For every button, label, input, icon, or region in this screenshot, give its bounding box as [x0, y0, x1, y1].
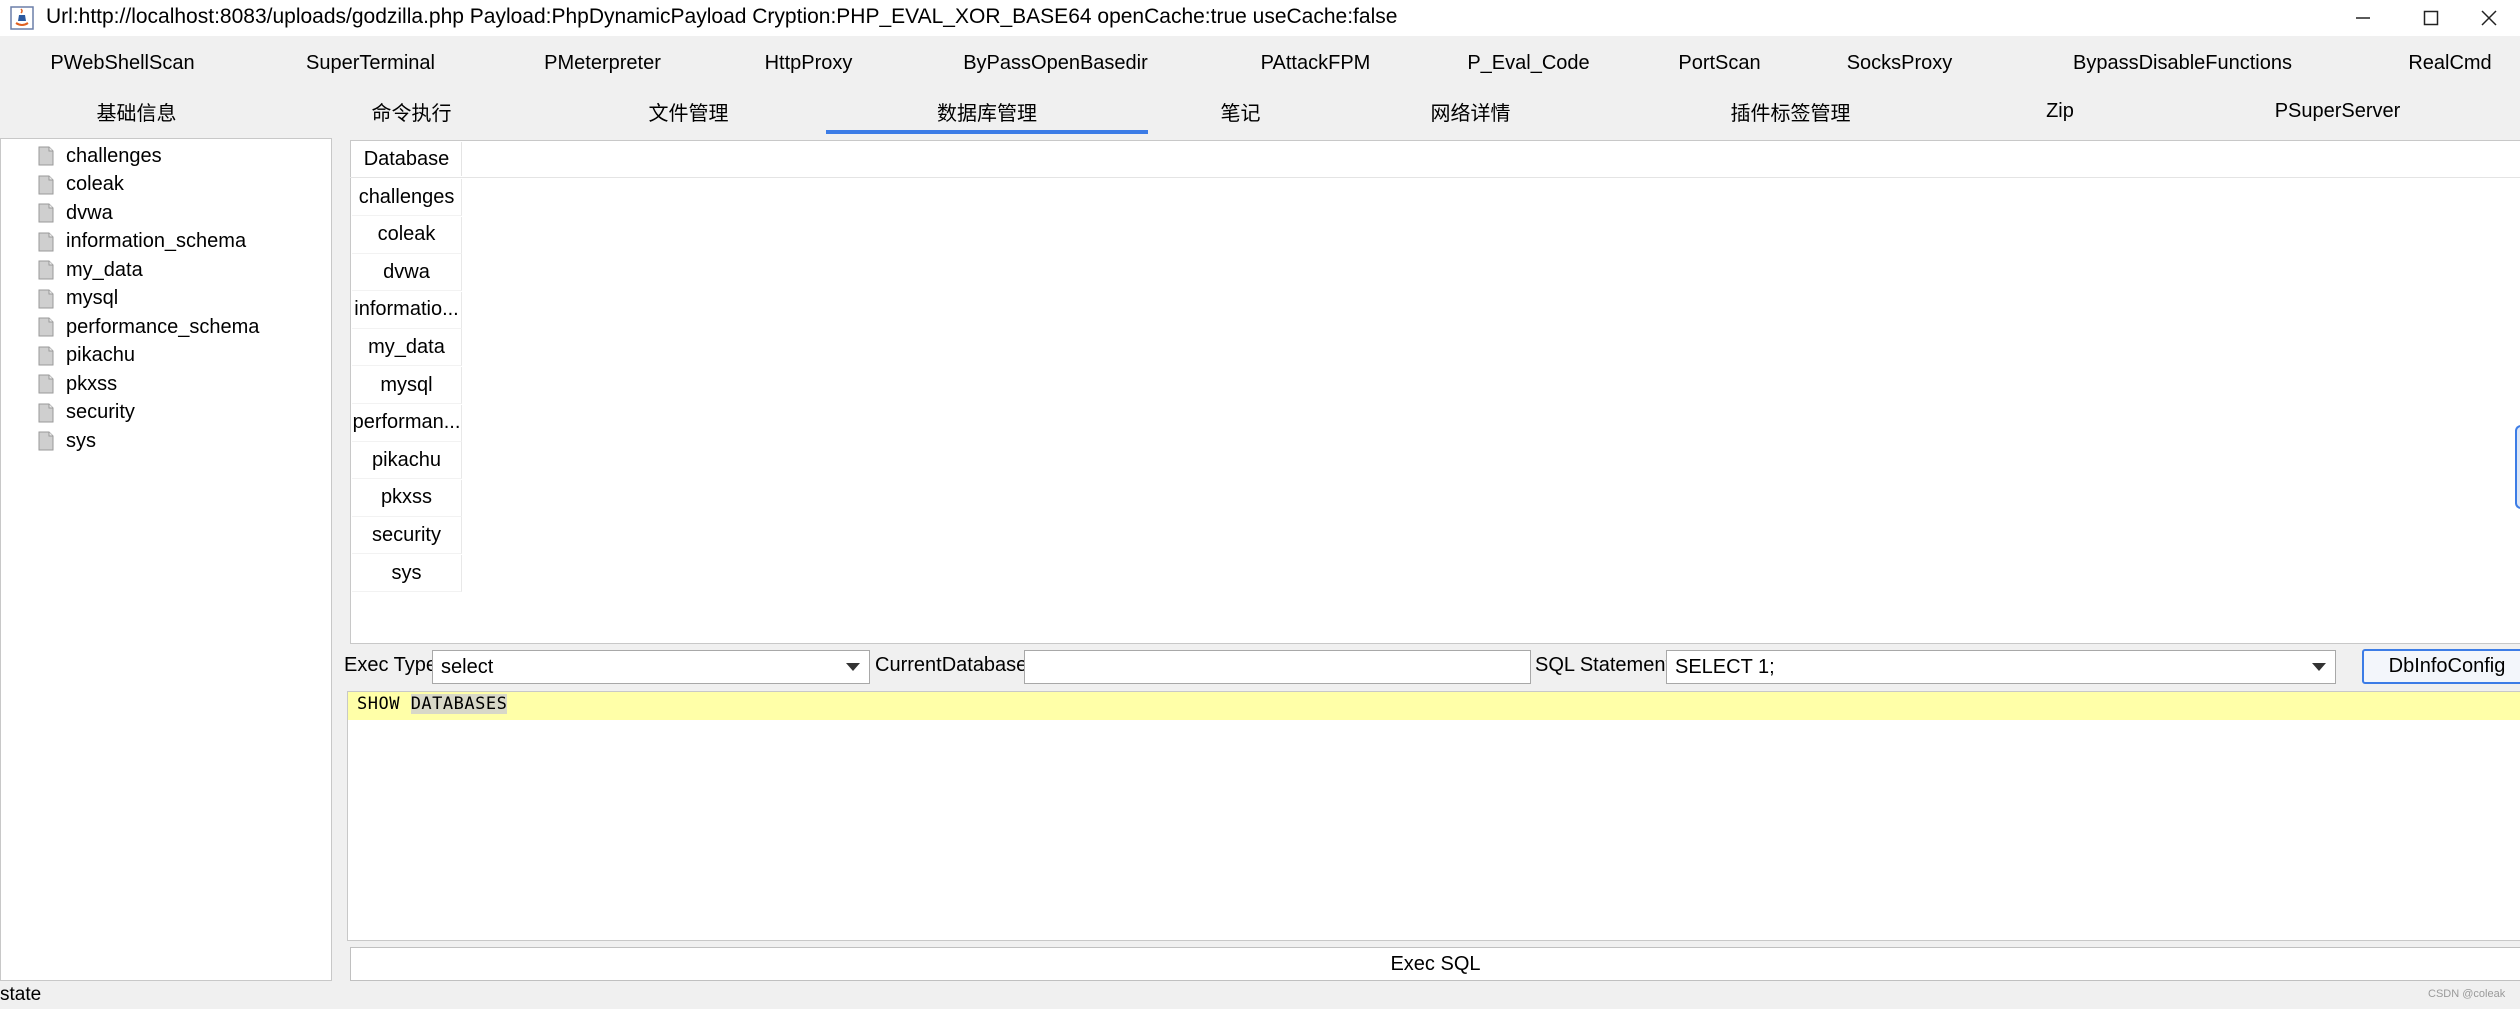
tab-basic-info[interactable]: 基础信息 — [34, 94, 239, 128]
watermark: CSDN @coleak — [2428, 988, 2506, 1000]
tab-httpproxy[interactable]: HttpProxy — [706, 46, 911, 80]
minimize-icon — [2356, 17, 2370, 19]
table-cell[interactable]: performan... — [352, 404, 462, 442]
tab-portscan[interactable]: PortScan — [1617, 46, 1822, 80]
tab-network-details[interactable]: 网络详情 — [1368, 94, 1573, 128]
sql-statement-label: SQL Statement — [1535, 654, 1671, 676]
scrollbar-thumb[interactable] — [2515, 425, 2520, 509]
tree-item-label: performance_schema — [66, 315, 260, 338]
maximize-icon — [2423, 10, 2439, 26]
tree-item[interactable]: security — [38, 400, 135, 426]
exec-type-select[interactable]: select — [432, 650, 870, 684]
file-icon — [38, 403, 54, 422]
tab-pattackfpm[interactable]: PAttackFPM — [1213, 46, 1418, 80]
dbinfo-config-button[interactable]: DbInfoConfig — [2362, 649, 2520, 684]
tree-item[interactable]: dvwa — [38, 200, 113, 226]
file-icon — [38, 431, 54, 451]
current-database-input[interactable] — [1024, 650, 1531, 684]
close-button[interactable] — [2458, 0, 2520, 36]
exec-type-value: select — [441, 655, 494, 678]
file-icon — [38, 232, 54, 251]
table-cell[interactable]: pkxss — [352, 479, 462, 517]
file-icon — [38, 260, 54, 280]
table-cell[interactable]: mysql — [352, 367, 462, 404]
table-cell[interactable]: coleak — [352, 216, 462, 254]
sql-statement-value: SELECT 1; — [1675, 655, 1775, 678]
tab-superterminal[interactable]: SuperTerminal — [268, 46, 473, 80]
tree-item-label: mysql — [66, 287, 119, 309]
table-header-divider — [350, 177, 2520, 178]
table-cell[interactable]: sys — [352, 555, 462, 592]
tree-item-label: coleak — [66, 173, 124, 195]
window-title: Url:http://localhost:8083/uploads/godzil… — [46, 5, 1398, 28]
tree-item-label: sys — [66, 429, 96, 452]
exec-type-label: Exec Type — [344, 654, 438, 676]
tree-item[interactable]: performance_schema — [38, 314, 259, 340]
active-tab-indicator — [826, 130, 1148, 134]
maximize-button[interactable] — [2400, 0, 2462, 36]
sql-selected-text: DATABASES — [410, 694, 508, 714]
tree-item-label: security — [66, 401, 135, 423]
sql-editor-text[interactable]: SHOW DATABASES — [357, 694, 508, 714]
sql-statement-select[interactable]: SELECT 1; — [1666, 650, 2336, 684]
column-header-database[interactable]: Database — [352, 142, 462, 176]
tab-bypassdisablefunctions[interactable]: BypassDisableFunctions — [2050, 46, 2315, 80]
tree-item[interactable]: pikachu — [38, 343, 135, 369]
tab-p-eval-code[interactable]: P_Eval_Code — [1426, 46, 1631, 80]
tab-plugin-tag-manager[interactable]: 插件标签管理 — [1688, 94, 1893, 128]
tree-item[interactable]: pkxss — [38, 371, 117, 397]
tab-file-manager[interactable]: 文件管理 — [586, 94, 791, 128]
file-icon — [38, 146, 54, 166]
file-icon — [38, 374, 54, 394]
file-icon — [38, 175, 54, 194]
tree-item[interactable]: my_data — [38, 257, 143, 283]
current-database-label: CurrentDatabase — [875, 654, 1028, 676]
tab-command-exec[interactable]: 命令执行 — [309, 94, 514, 128]
tree-item-label: pkxss — [66, 372, 118, 395]
minimize-button[interactable] — [2332, 0, 2394, 36]
tree-item-label: dvwa — [66, 201, 113, 224]
file-icon — [38, 203, 54, 223]
tree-item[interactable]: coleak — [38, 172, 124, 198]
sql-keyword: SHOW — [357, 694, 411, 714]
close-icon — [2481, 10, 2497, 26]
tree-item-label: information_schema — [66, 230, 247, 252]
sql-editor[interactable] — [347, 691, 2520, 941]
table-cell[interactable]: informatio... — [352, 291, 462, 329]
result-table[interactable] — [350, 140, 2520, 644]
tab-bypassopenbasedir[interactable]: ByPassOpenBasedir — [933, 46, 1178, 80]
chevron-down-icon — [846, 663, 860, 671]
file-icon — [38, 289, 54, 308]
table-cell[interactable]: pikachu — [352, 442, 462, 480]
tree-item-label: my_data — [66, 258, 143, 281]
tree-item[interactable]: sys — [38, 428, 96, 454]
tab-pmeterpreter[interactable]: PMeterpreter — [500, 46, 705, 80]
tab-notes[interactable]: 笔记 — [1138, 94, 1343, 128]
tab-socksproxy[interactable]: SocksProxy — [1797, 46, 2002, 80]
tree-item[interactable]: challenges — [38, 143, 162, 169]
table-cell[interactable]: security — [352, 517, 462, 555]
table-cell[interactable]: dvwa — [352, 254, 462, 292]
tree-item[interactable]: mysql — [38, 286, 118, 312]
status-bar-text: state — [0, 984, 42, 1005]
tree-item-label: challenges — [66, 144, 162, 167]
tab-realcmd[interactable]: RealCmd — [2400, 46, 2500, 80]
tree-item[interactable]: information_schema — [38, 229, 246, 255]
chevron-down-icon — [2312, 663, 2326, 671]
exec-sql-button[interactable]: Exec SQL — [350, 947, 2520, 981]
file-icon — [38, 317, 54, 337]
tab-zip[interactable]: Zip — [2010, 94, 2110, 128]
file-icon — [38, 346, 54, 365]
java-app-icon — [10, 6, 34, 30]
table-cell[interactable]: challenges — [352, 179, 462, 216]
tab-database-manager[interactable]: 数据库管理 — [826, 94, 1148, 128]
current-line-highlight — [348, 692, 2520, 720]
tab-psuperserver[interactable]: PSuperServer — [2235, 94, 2440, 128]
tree-item-label: pikachu — [66, 344, 135, 366]
table-cell[interactable]: my_data — [352, 329, 462, 367]
tab-pwebshellscan[interactable]: PWebShellScan — [20, 46, 225, 80]
